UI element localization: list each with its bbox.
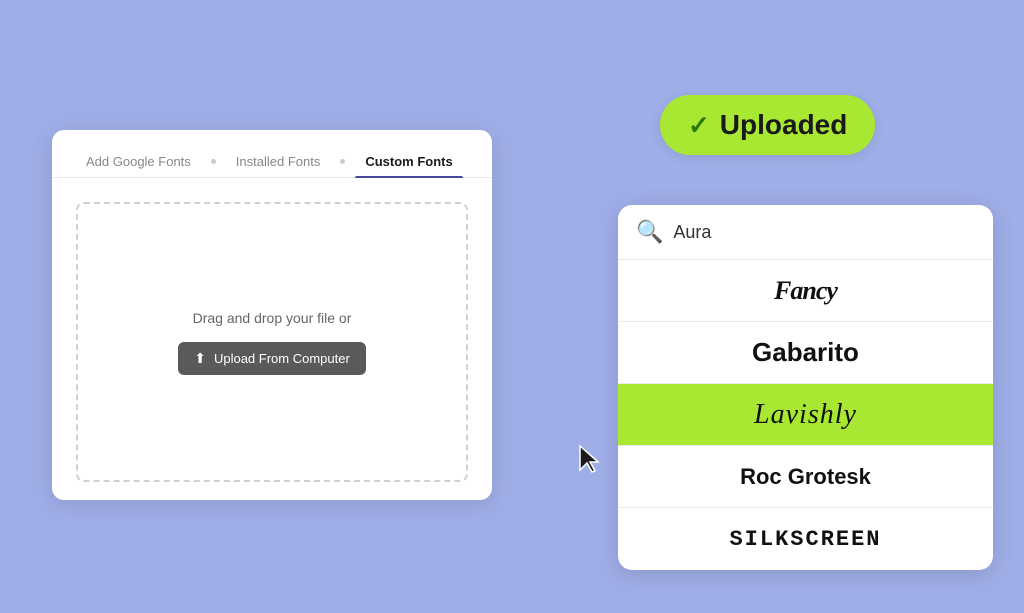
tab-separator-2 bbox=[340, 159, 345, 164]
font-search-input[interactable] bbox=[673, 222, 975, 243]
check-icon: ✓ bbox=[688, 110, 710, 141]
upload-from-computer-button[interactable]: ⬆ Upload From Computer bbox=[178, 342, 366, 375]
cursor-arrow bbox=[578, 444, 600, 474]
font-list-panel: 🔍 Fancy Gabarito Lavishly Roc Grotesk SI… bbox=[618, 205, 993, 570]
font-search-row: 🔍 bbox=[618, 205, 993, 260]
upload-icon: ⬆ bbox=[194, 350, 206, 367]
font-item-silkscreen[interactable]: SILKSCREEN bbox=[618, 508, 993, 570]
font-item-fancy[interactable]: Fancy bbox=[618, 260, 993, 322]
tab-add-google[interactable]: Add Google Fonts bbox=[76, 146, 201, 177]
font-label-gabarito: Gabarito bbox=[752, 337, 859, 368]
tab-installed[interactable]: Installed Fonts bbox=[226, 146, 331, 177]
font-label-fancy: Fancy bbox=[774, 276, 837, 306]
font-item-lavishly[interactable]: Lavishly bbox=[618, 384, 993, 446]
uploaded-label: Uploaded bbox=[720, 109, 848, 141]
search-icon: 🔍 bbox=[636, 219, 663, 245]
drag-drop-label: Drag and drop your file or bbox=[193, 310, 352, 326]
custom-fonts-panel: Add Google Fonts Installed Fonts Custom … bbox=[52, 130, 492, 500]
font-tabs: Add Google Fonts Installed Fonts Custom … bbox=[52, 130, 492, 178]
font-label-lavishly: Lavishly bbox=[754, 399, 857, 431]
uploaded-badge: ✓ Uploaded bbox=[660, 95, 875, 155]
upload-drop-zone[interactable]: Drag and drop your file or ⬆ Upload From… bbox=[76, 202, 468, 482]
tab-separator-1 bbox=[211, 159, 216, 164]
font-item-gabarito[interactable]: Gabarito bbox=[618, 322, 993, 384]
tab-custom[interactable]: Custom Fonts bbox=[355, 146, 462, 177]
font-label-roc: Roc Grotesk bbox=[740, 464, 871, 490]
font-label-silkscreen: SILKSCREEN bbox=[729, 527, 881, 552]
font-item-roc-grotesk[interactable]: Roc Grotesk bbox=[618, 446, 993, 508]
